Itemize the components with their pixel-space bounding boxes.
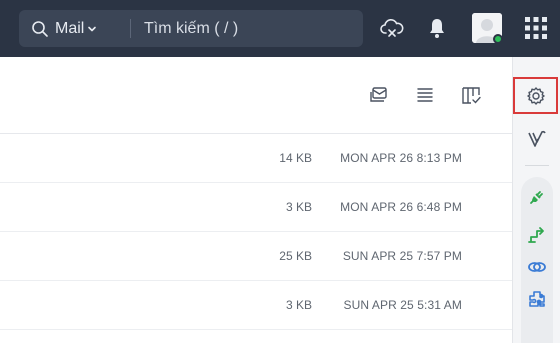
v-logo-icon[interactable] xyxy=(527,129,547,149)
presence-status-dot xyxy=(493,34,503,44)
puzzle-icon[interactable] xyxy=(527,289,547,309)
link-icon[interactable] xyxy=(527,257,547,277)
search-scope-label: Mail xyxy=(55,19,85,37)
mail-view-icon[interactable] xyxy=(369,85,389,105)
list-density-icon[interactable] xyxy=(415,85,435,105)
mail-size: 3 KB xyxy=(285,298,312,312)
mail-row[interactable]: 3 KB SUN APR 25 5:31 AM xyxy=(0,281,512,330)
gear-icon xyxy=(527,87,545,105)
apps-grid-icon[interactable] xyxy=(525,17,547,39)
search-box[interactable]: Mail Tìm kiếm ( / ) xyxy=(19,10,363,47)
mail-size: 3 KB xyxy=(285,200,312,214)
chevron-down-icon xyxy=(88,26,97,31)
route-icon[interactable] xyxy=(527,225,547,245)
top-bar: Mail Tìm kiếm ( / ) xyxy=(0,0,560,57)
column-settings-icon[interactable] xyxy=(461,85,481,105)
mail-date: SUN APR 25 7:57 PM xyxy=(342,249,462,263)
mail-row[interactable]: 25 KB SUN APR 25 7:57 PM xyxy=(0,232,512,281)
mail-toolbar xyxy=(0,57,512,134)
mail-row[interactable]: 3 KB MON APR 26 6:48 PM xyxy=(0,183,512,232)
settings-button[interactable] xyxy=(513,77,558,114)
mail-size: 14 KB xyxy=(279,151,312,165)
search-input[interactable]: Tìm kiếm ( / ) xyxy=(144,10,238,47)
plug-icon[interactable] xyxy=(527,187,547,207)
search-divider xyxy=(130,19,131,38)
search-icon xyxy=(32,21,48,37)
mail-list: 14 KB MON APR 26 8:13 PM 3 KB MON APR 26… xyxy=(0,134,512,330)
mail-date: MON APR 26 6:48 PM xyxy=(340,200,462,214)
mail-date: SUN APR 25 5:31 AM xyxy=(343,298,462,312)
bell-icon[interactable] xyxy=(428,17,446,39)
right-rail xyxy=(512,57,560,343)
search-scope-dropdown[interactable]: Mail xyxy=(55,10,97,47)
rail-divider xyxy=(525,165,549,166)
mail-size: 25 KB xyxy=(279,249,312,263)
mail-row[interactable]: 14 KB MON APR 26 8:13 PM xyxy=(0,134,512,183)
mail-date: MON APR 26 8:13 PM xyxy=(340,151,462,165)
cloud-sync-icon[interactable] xyxy=(380,17,404,39)
